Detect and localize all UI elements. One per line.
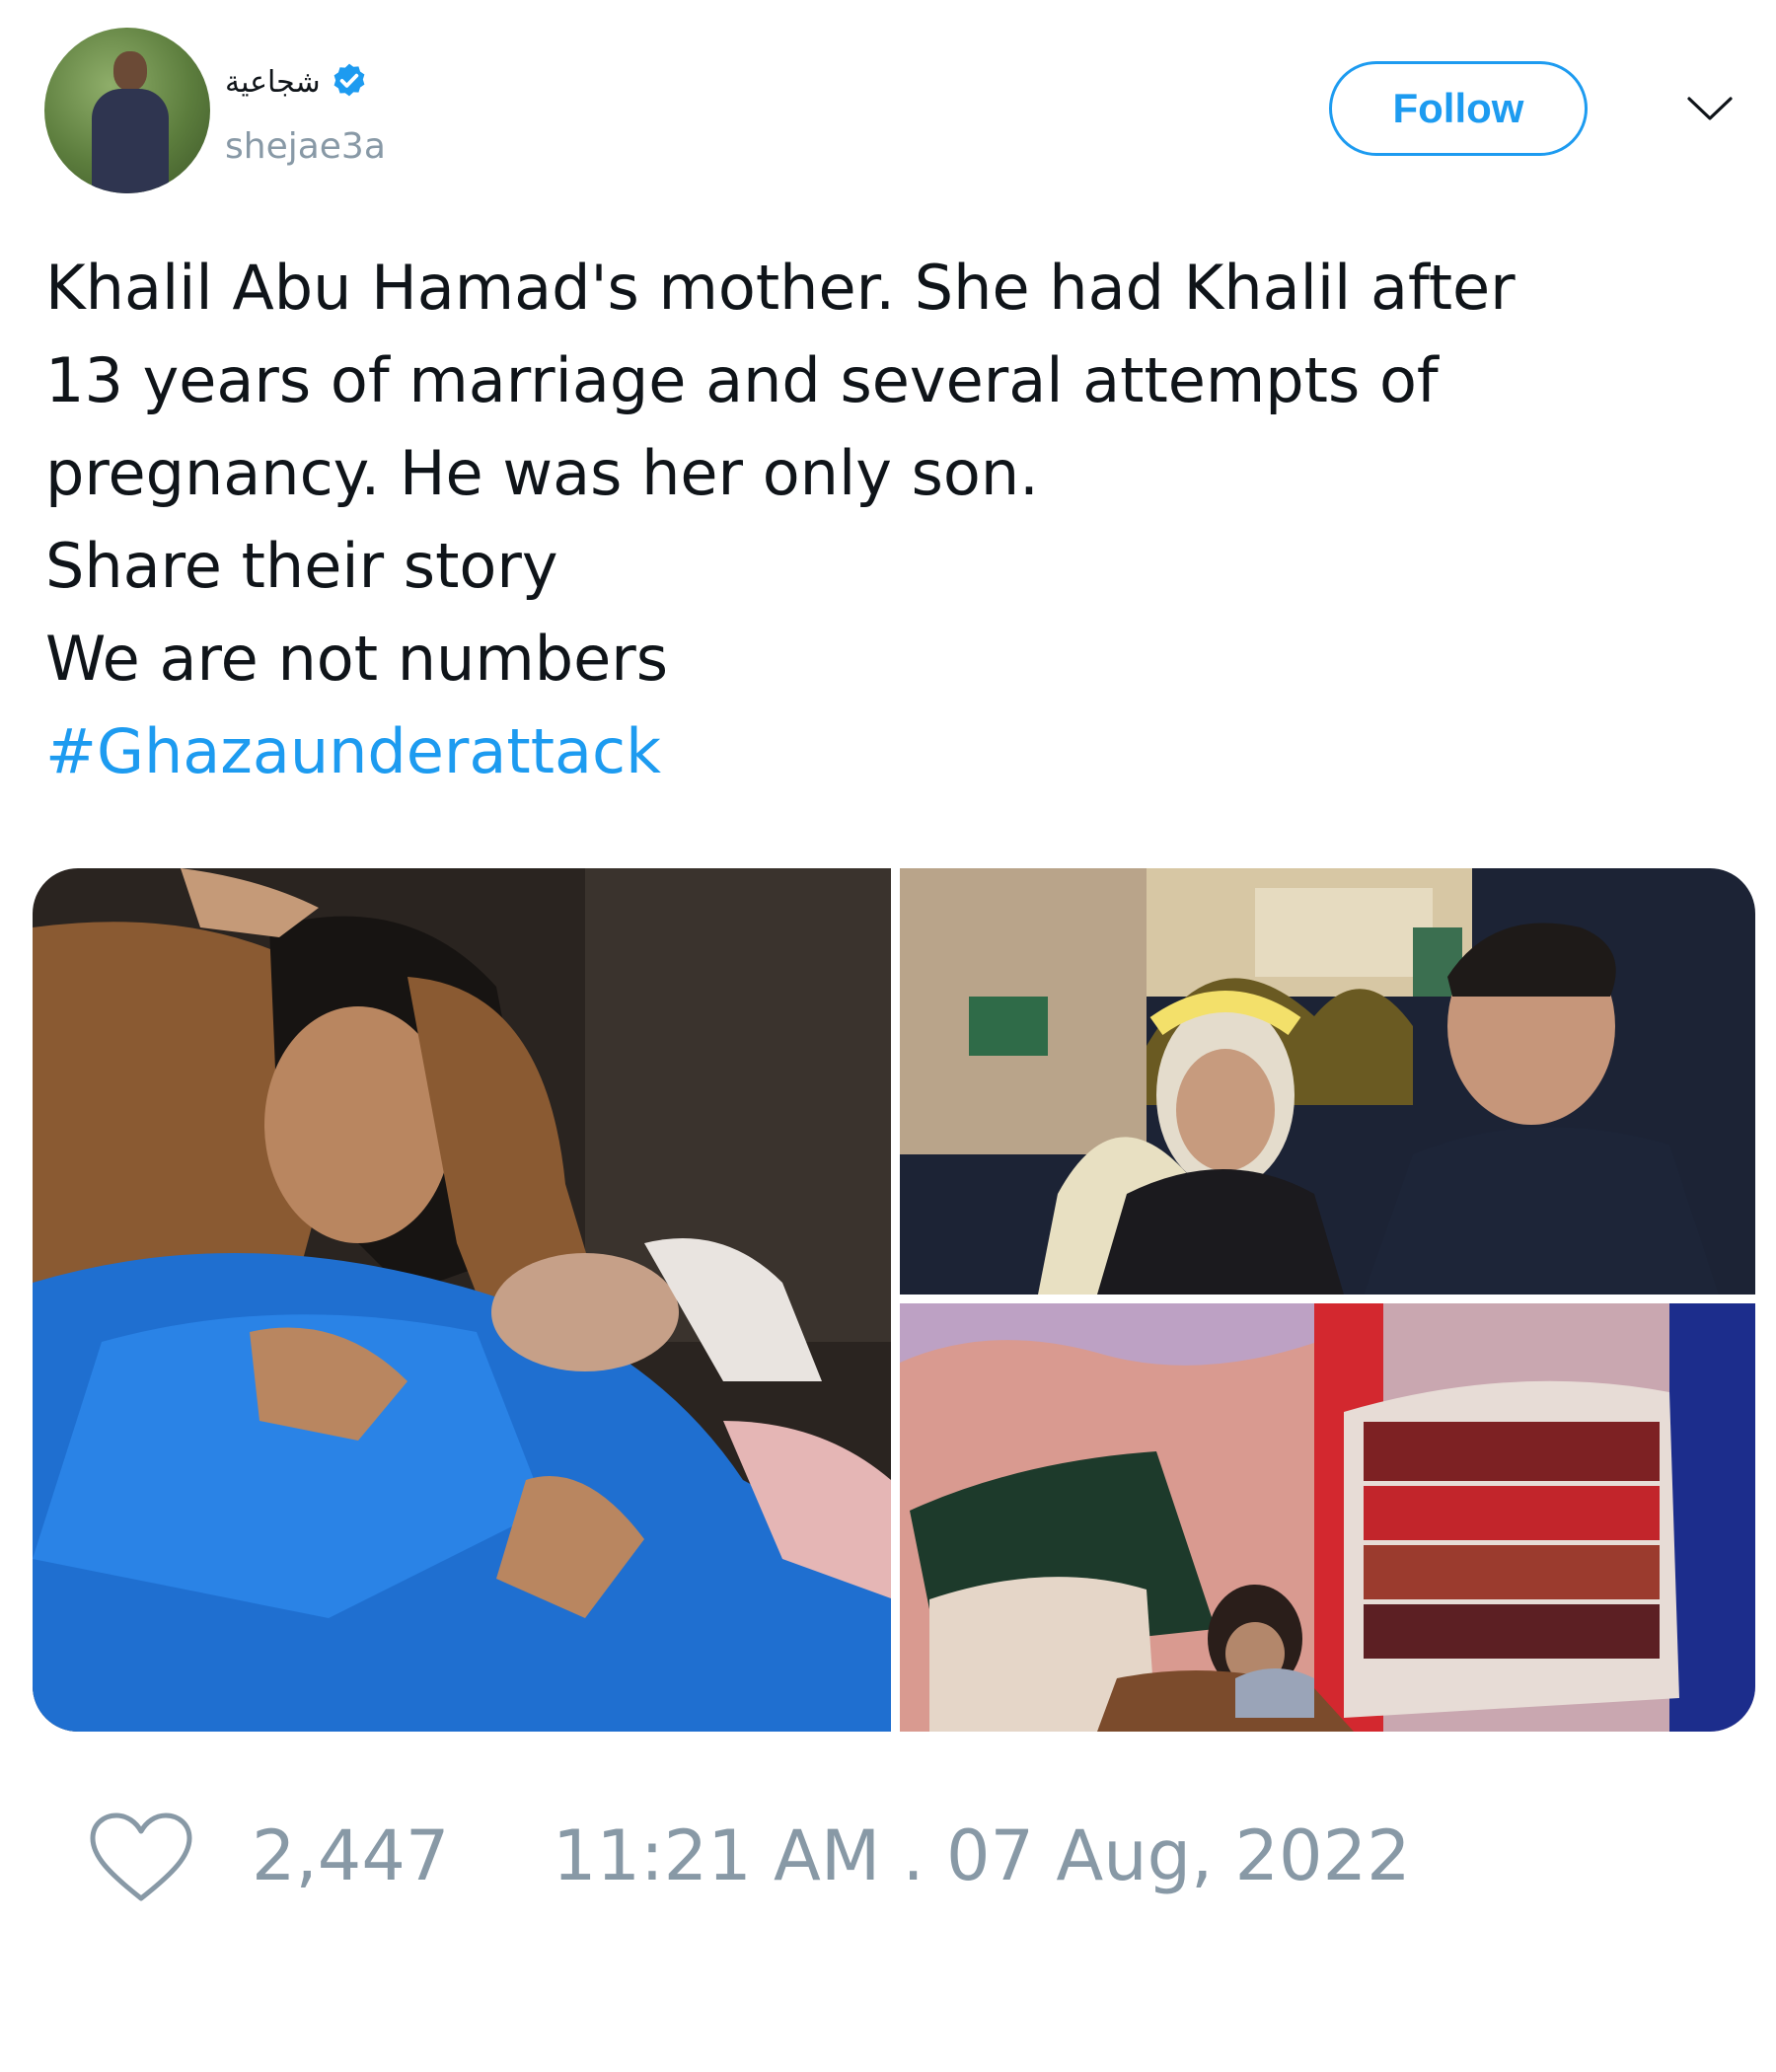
avatar[interactable]	[44, 28, 210, 193]
tweet-line: Share their story	[45, 530, 558, 602]
tweet-line: Khalil Abu Hamad's mother. She had Khali…	[45, 252, 1516, 324]
like-count[interactable]: 2,447	[252, 1815, 449, 1896]
tweet-header: شجاعية shejae3a Follow	[0, 0, 1776, 207]
tweet-line: We are not numbers	[45, 623, 669, 695]
tweet-line: 13 years of marriage and several attempt…	[45, 344, 1439, 416]
chevron-down-icon[interactable]	[1685, 89, 1735, 128]
display-name[interactable]: شجاعية	[225, 65, 321, 100]
avatar-head-shape	[113, 51, 147, 91]
photo-1-image	[33, 868, 891, 1732]
tweet-line: pregnancy. He was her only son.	[45, 437, 1039, 509]
tweet-timestamp[interactable]: 11:21 AM . 07 Aug, 2022	[553, 1815, 1411, 1896]
tweet-actions: 2,447 11:21 AM . 07 Aug, 2022	[89, 1804, 1667, 1902]
photo-bedroom-grief[interactable]	[900, 1303, 1755, 1732]
heart-icon[interactable]	[89, 1812, 193, 1904]
follow-button[interactable]: Follow	[1329, 61, 1588, 156]
photo-3-image	[900, 1303, 1755, 1732]
verified-badge-icon	[333, 63, 365, 97]
photo-graduation[interactable]	[900, 868, 1755, 1295]
hashtag-link[interactable]: #Ghazaunderattack	[45, 705, 1742, 798]
photo-2-image	[900, 868, 1755, 1295]
tweet-text: Khalil Abu Hamad's mother. She had Khali…	[45, 242, 1742, 798]
avatar-body-shape	[92, 89, 169, 193]
name-row[interactable]: شجاعية	[225, 61, 370, 103]
user-handle[interactable]: shejae3a	[225, 126, 386, 167]
media-grid	[33, 868, 1755, 1732]
photo-mother-embracing[interactable]	[33, 868, 891, 1732]
